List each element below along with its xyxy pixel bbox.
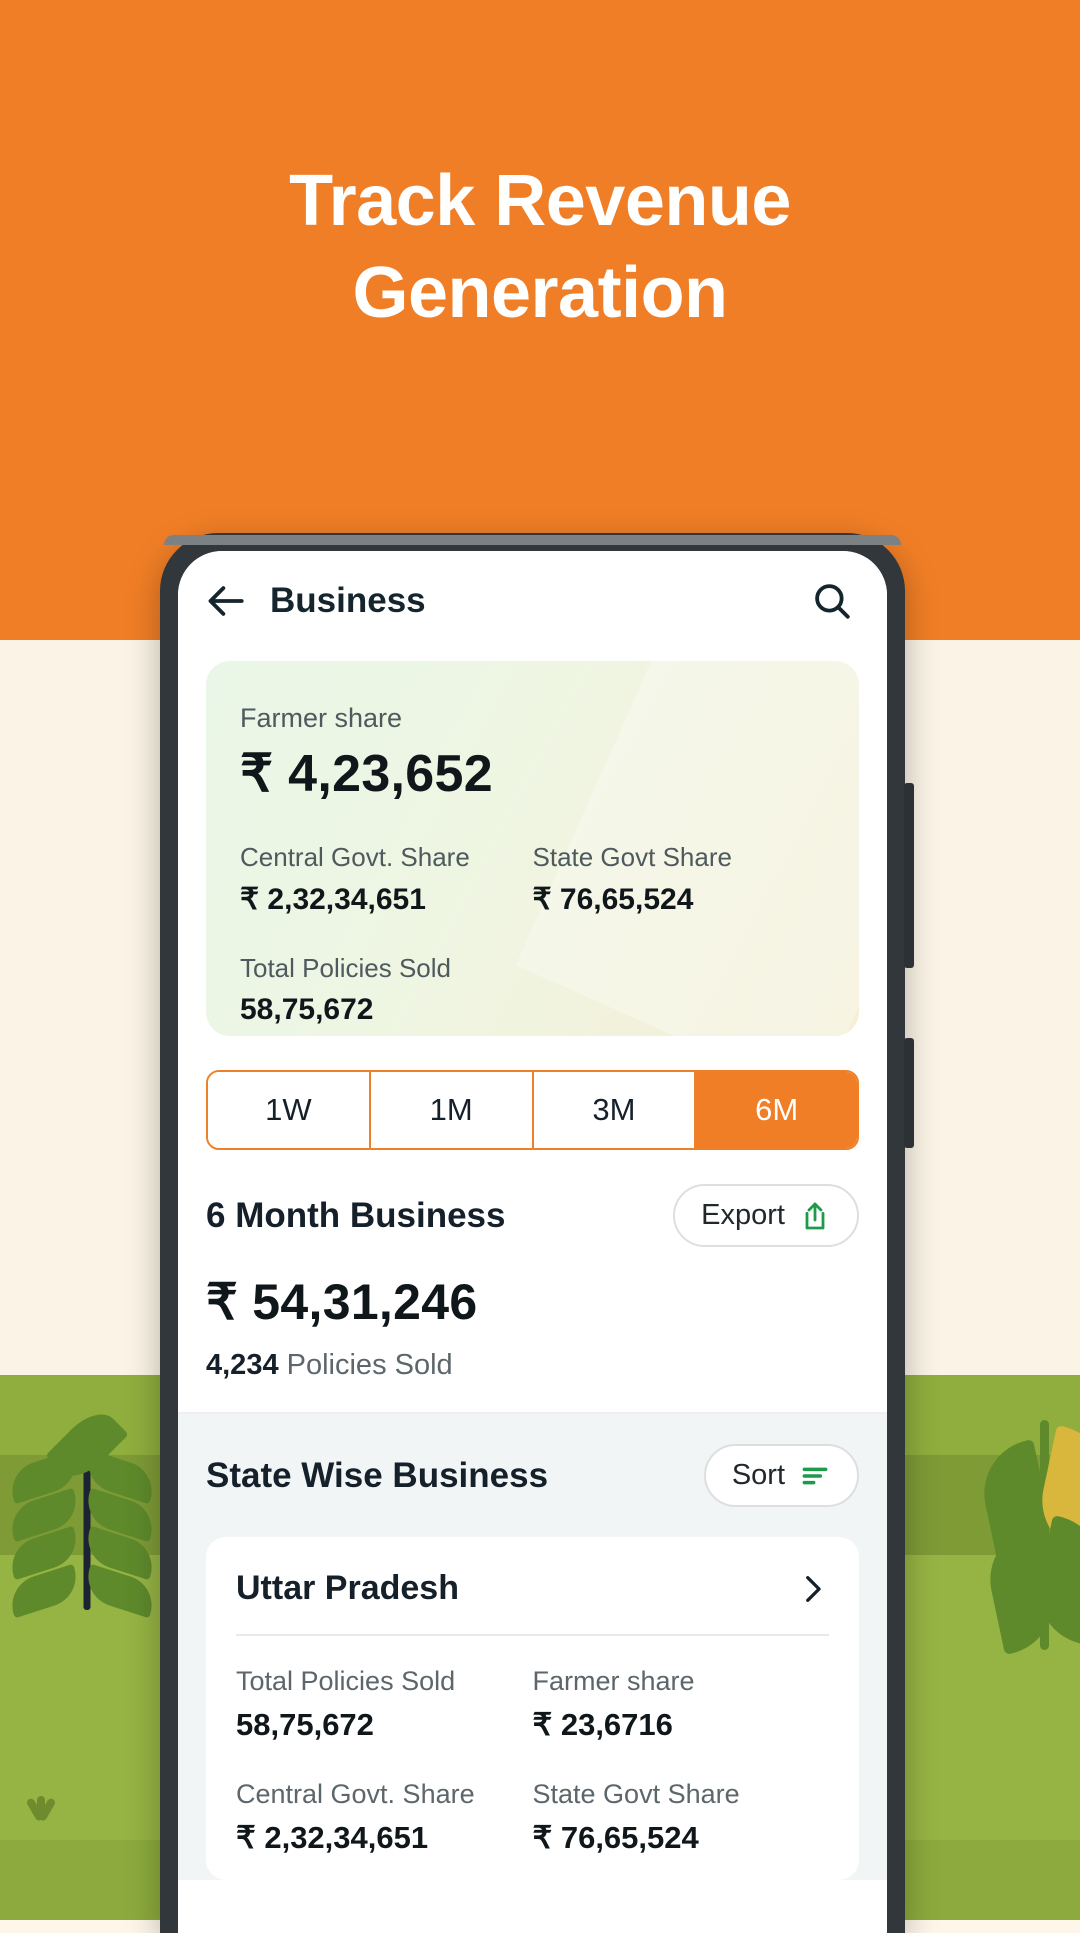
period-policies-sold: 4,234 Policies Sold: [206, 1349, 859, 1382]
state-metric-cell: State Govt Share ₹ 76,65,524: [533, 1779, 830, 1856]
phone-screen: Business Farmer share ₹ 4,23,652 Central…: [178, 551, 887, 1933]
state-share-value: ₹ 76,65,524: [532, 883, 694, 916]
state-metrics-grid: Total Policies Sold 58,75,672 Farmer sha…: [236, 1636, 829, 1856]
period-policies-suffix: Policies Sold: [278, 1349, 453, 1381]
headline-line-2: Generation: [352, 253, 728, 334]
period-header-row: 6 Month Business Export: [206, 1184, 859, 1247]
state-wise-header-row: State Wise Business Sort: [206, 1444, 859, 1507]
central-share-label: Central Govt. Share: [240, 842, 470, 872]
phone-bezel-highlight: [164, 535, 901, 545]
business-summary-card: Farmer share ₹ 4,23,652 Central Govt. Sh…: [206, 661, 859, 1036]
decorative-plant-right: [974, 1420, 1080, 1655]
state-wise-section: State Wise Business Sort Uttar Pradesh T…: [178, 1414, 887, 1880]
total-policies-cell: Total Policies Sold 58,75,672: [240, 953, 825, 1027]
state-metric-value: ₹ 2,32,34,651: [236, 1820, 429, 1855]
phone-mockup: Business Farmer share ₹ 4,23,652 Central…: [160, 533, 914, 1933]
state-metric-cell: Total Policies Sold 58,75,672: [236, 1666, 533, 1743]
state-card-header[interactable]: Uttar Pradesh: [236, 1569, 829, 1634]
page-title: Business: [270, 581, 426, 620]
arrow-left-icon: [208, 586, 244, 616]
state-wise-title: State Wise Business: [206, 1455, 549, 1495]
sort-lines-icon: [802, 1467, 828, 1484]
export-button[interactable]: Export: [673, 1184, 859, 1247]
search-icon: [815, 584, 850, 619]
state-metric-value: 58,75,672: [236, 1707, 374, 1742]
state-metric-cell: Central Govt. Share ₹ 2,32,34,651: [236, 1779, 533, 1856]
period-summary-section: 6 Month Business Export ₹ 54,31,246 4,23…: [178, 1150, 887, 1414]
segment-1m[interactable]: 1M: [370, 1072, 534, 1148]
central-share-cell: Central Govt. Share ₹ 2,32,34,651: [240, 842, 533, 917]
decorative-grass-tuft: [14, 1790, 60, 1822]
decorative-plant-left: [4, 1403, 160, 1619]
phone-volume-button: [904, 1038, 914, 1148]
app-bar: Business: [178, 551, 887, 651]
state-metric-label: Central Govt. Share: [236, 1779, 475, 1809]
total-policies-value: 58,75,672: [240, 993, 374, 1026]
period-policies-count: 4,234: [206, 1349, 279, 1381]
segment-1w[interactable]: 1W: [208, 1072, 371, 1148]
search-button[interactable]: [807, 576, 857, 626]
state-metric-label: Total Policies Sold: [236, 1666, 456, 1696]
chevron-right-icon[interactable]: [795, 1572, 829, 1606]
state-metric-value: ₹ 76,65,524: [532, 1820, 699, 1855]
period-segmented-control[interactable]: 1W 1M 3M 6M: [206, 1070, 859, 1150]
state-metric-value: ₹ 23,6716: [532, 1707, 673, 1742]
export-button-label: Export: [701, 1199, 785, 1231]
headline-line-1: Track Revenue: [289, 161, 791, 241]
promo-headline: Track Revenue Generation: [0, 155, 1080, 339]
summary-share-row: Central Govt. Share ₹ 2,32,34,651 State …: [240, 842, 825, 917]
state-card[interactable]: Uttar Pradesh Total Policies Sold 58,75,…: [206, 1537, 859, 1880]
share-upload-icon: [805, 1202, 825, 1229]
farmer-share-label: Farmer share: [240, 703, 403, 733]
segment-3m[interactable]: 3M: [533, 1072, 697, 1148]
state-metric-label: Farmer share: [532, 1666, 695, 1696]
period-title: 6 Month Business: [206, 1195, 506, 1235]
back-button[interactable]: [204, 578, 250, 624]
state-metric-label: State Govt Share: [532, 1779, 740, 1809]
total-policies-label: Total Policies Sold: [240, 953, 451, 983]
segment-6m[interactable]: 6M: [696, 1072, 857, 1148]
central-share-value: ₹ 2,32,34,651: [240, 883, 426, 916]
state-share-cell: State Govt Share ₹ 76,65,524: [533, 842, 826, 917]
phone-power-button: [904, 783, 914, 968]
state-share-label: State Govt Share: [532, 842, 732, 872]
sort-button[interactable]: Sort: [703, 1444, 859, 1507]
sort-button-label: Sort: [731, 1459, 785, 1491]
farmer-share-value: ₹ 4,23,652: [240, 745, 493, 803]
period-amount: ₹ 54,31,246: [206, 1274, 478, 1330]
state-name: Uttar Pradesh: [236, 1569, 459, 1607]
state-metric-cell: Farmer share ₹ 23,6716: [533, 1666, 830, 1743]
